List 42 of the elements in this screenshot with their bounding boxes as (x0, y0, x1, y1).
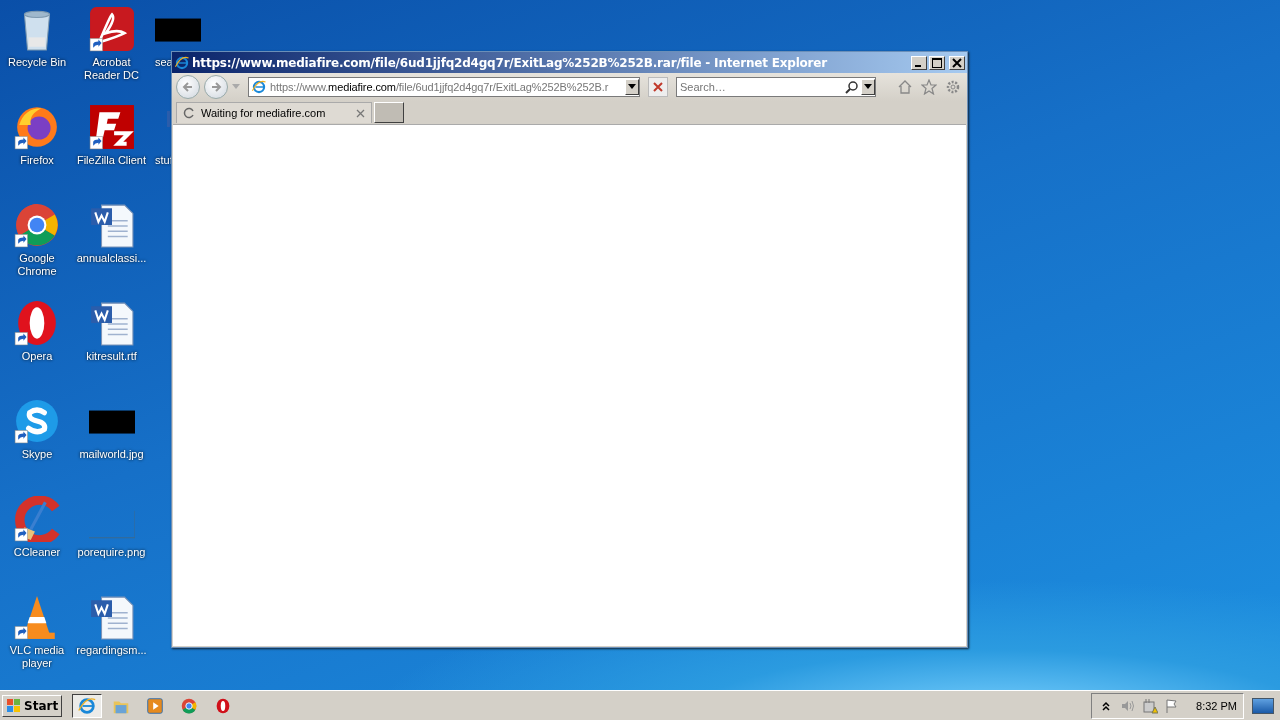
loading-spinner-icon (183, 107, 195, 119)
new-tab-button[interactable] (374, 102, 404, 123)
windows-logo-icon (6, 697, 22, 714)
firefox-icon[interactable] (14, 104, 60, 150)
star-icon[interactable] (919, 77, 939, 97)
icon-label: VLC media player (8, 644, 66, 670)
icon-label: Skype (21, 448, 53, 461)
acrobat-icon[interactable] (88, 6, 135, 52)
icon-label: sea (155, 56, 173, 69)
taskbar-ie-icon[interactable] (72, 693, 103, 718)
search-box[interactable]: Search… (676, 77, 876, 97)
show-desktop-button[interactable] (1252, 697, 1274, 714)
search-dropdown-button[interactable] (861, 79, 875, 95)
caret-icon[interactable] (628, 84, 636, 90)
tab-title: Waiting for mediafire.com (201, 107, 327, 119)
window-title: https://www.mediafire.com/file/6ud1jjfq2d4gq7r/ExitLag%252B%252B.rar/file - Internet Explorer (192, 55, 828, 70)
icon-label: porequire.png (77, 546, 146, 559)
icon-label: Opera (21, 350, 53, 363)
icon-label: Firefox (20, 154, 54, 167)
filezilla-icon[interactable] (88, 104, 135, 150)
chrome-icon[interactable] (14, 202, 60, 248)
icon-label: FileZilla Client (76, 154, 147, 167)
icon-label: Recycle Bin (7, 56, 67, 69)
ccleaner-icon[interactable] (14, 496, 60, 542)
icon-label: regardingsm... (76, 644, 147, 657)
address-dropdown-button[interactable] (625, 79, 639, 95)
search-icon[interactable] (845, 80, 859, 94)
icon-label: CCleaner (13, 546, 61, 559)
icon-label: Acrobat Reader DC (83, 56, 140, 82)
search-field[interactable]: Search… (677, 80, 845, 94)
clock[interactable]: 8:32 PM (1196, 699, 1237, 712)
address-field[interactable]: https://www.mediafire.com/file/6ud1jjfq2d4gq7r/ExitLag%252B%252B.r (248, 77, 640, 97)
start-button[interactable]: Start (2, 694, 63, 717)
ie-page-icon (251, 79, 267, 95)
skype-icon[interactable] (14, 398, 60, 444)
icon-label: annualclassi... (76, 252, 147, 265)
caret-icon[interactable] (864, 84, 872, 90)
ie-logo-icon (174, 54, 190, 71)
browser-tab[interactable]: Waiting for mediafire.com (176, 102, 372, 123)
icon-label: kitresult.rtf (86, 350, 137, 363)
icon-label: Google Chrome (16, 252, 58, 278)
icon-label: mailworld.jpg (79, 448, 144, 461)
